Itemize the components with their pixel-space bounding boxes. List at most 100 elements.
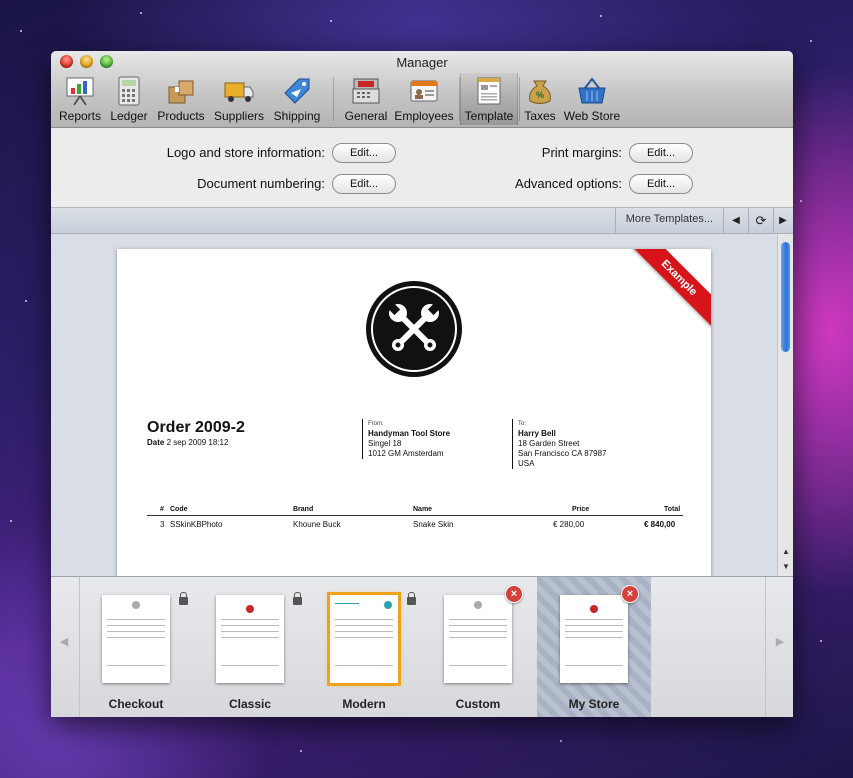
example-ribbon-wrap: Example bbox=[631, 249, 711, 329]
col-header-code: Code bbox=[170, 506, 188, 513]
row-total: € 840,00 bbox=[644, 520, 676, 529]
to-line3: USA bbox=[518, 459, 535, 468]
delete-template-icon[interactable]: × bbox=[621, 585, 639, 603]
template-thumbnail bbox=[216, 595, 284, 683]
toolbar-template[interactable]: Template bbox=[460, 73, 518, 125]
from-line1: Singel 18 bbox=[368, 439, 402, 448]
toolbar-label: Employees bbox=[394, 109, 454, 123]
col-header-name: Name bbox=[413, 506, 433, 513]
toolbar-suppliers[interactable]: Suppliers bbox=[211, 73, 267, 125]
title-toolbar: Manager Reports Ledger Products Supplier… bbox=[51, 51, 793, 128]
template-chooser-tray: ◀ Checkout Classic Modern × Custom × My … bbox=[51, 576, 793, 717]
row-name: Snake Skin bbox=[413, 520, 454, 529]
row-price: € 280,00 bbox=[553, 520, 585, 529]
tray-next-arrow-icon[interactable]: ▶ bbox=[773, 635, 787, 655]
scroll-up-arrow-icon[interactable]: ▲ bbox=[778, 545, 793, 559]
thumbnail-logo-icon bbox=[474, 601, 482, 609]
to-label: To: bbox=[518, 421, 527, 427]
col-header-num: # bbox=[160, 506, 164, 513]
presentation-chart-icon bbox=[64, 75, 96, 107]
toolbar-label: Ledger bbox=[110, 109, 148, 123]
toolbar-label: Taxes bbox=[524, 109, 556, 123]
template-name: Checkout bbox=[108, 697, 164, 711]
scrollbar-thumb[interactable] bbox=[781, 242, 790, 352]
toolbar-label: Template bbox=[464, 109, 514, 123]
subbar-separator bbox=[615, 208, 616, 233]
document-numbering-label: Document numbering: bbox=[197, 176, 325, 191]
edit-numbering-button[interactable]: Edit... bbox=[332, 174, 396, 194]
template-subbar: More Templates... ◀ ⟳ ▶ bbox=[51, 208, 793, 234]
from-address: From: Handyman Tool Store Singel 18 1012… bbox=[362, 419, 450, 459]
manager-window: Manager Reports Ledger Products Supplier… bbox=[51, 51, 793, 717]
row-num: 3 bbox=[160, 520, 165, 529]
date-value: 2 sep 2009 18:12 bbox=[166, 438, 229, 447]
toolbar-shipping[interactable]: Shipping bbox=[269, 73, 325, 125]
template-custom[interactable]: × Custom bbox=[421, 577, 535, 717]
date-label: Date bbox=[147, 438, 165, 447]
airplane-tag-icon bbox=[281, 75, 313, 107]
toolbar-products[interactable]: Products bbox=[153, 73, 209, 125]
example-ribbon: Example bbox=[631, 249, 711, 329]
col-header-price: Price bbox=[572, 506, 590, 513]
thumbnail-logo-icon bbox=[246, 605, 254, 613]
delete-template-icon[interactable]: × bbox=[505, 585, 523, 603]
lock-icon bbox=[407, 592, 416, 605]
from-name: Handyman Tool Store bbox=[368, 429, 451, 438]
edit-logo-button[interactable]: Edit... bbox=[332, 143, 396, 163]
template-modern[interactable]: Modern bbox=[307, 577, 421, 717]
template-preview-area[interactable]: Example Order 2009-2 Date 2 sep 2009 18:… bbox=[51, 234, 777, 576]
toolbar-separator bbox=[333, 77, 334, 121]
preview-vertical-scrollbar[interactable]: ▲ ▼ bbox=[777, 234, 793, 576]
invoice-document: Example Order 2009-2 Date 2 sep 2009 18:… bbox=[117, 249, 711, 576]
toolbar-employees[interactable]: Employees bbox=[393, 73, 455, 125]
toolbar-label: Reports bbox=[58, 109, 102, 123]
id-badge-icon bbox=[408, 75, 440, 107]
tray-separator bbox=[765, 577, 766, 717]
from-line2: 1012 GM Amsterdam bbox=[368, 449, 444, 458]
template-name: Custom bbox=[455, 697, 501, 711]
row-code: SSkinKBPhoto bbox=[170, 520, 223, 529]
edit-advanced-button[interactable]: Edit... bbox=[629, 174, 693, 194]
tray-previous-arrow-icon[interactable]: ◀ bbox=[57, 635, 71, 655]
svg-text:%: % bbox=[536, 90, 544, 100]
previous-arrow-icon[interactable]: ◀ bbox=[724, 208, 748, 233]
thumbnail-logo-icon bbox=[132, 601, 140, 609]
toolbar-web-store[interactable]: Web Store bbox=[561, 73, 623, 125]
template-my-store[interactable]: × My Store bbox=[537, 577, 651, 717]
more-templates-button[interactable]: More Templates... bbox=[626, 213, 713, 225]
template-name: Classic bbox=[228, 697, 272, 711]
toolbar-general[interactable]: General bbox=[341, 73, 391, 125]
template-classic[interactable]: Classic bbox=[193, 577, 307, 717]
order-date: Date 2 sep 2009 18:12 bbox=[147, 438, 228, 447]
logo-store-info-label: Logo and store information: bbox=[166, 145, 325, 160]
table-header-rule bbox=[147, 515, 683, 516]
wrench-logo-icon bbox=[366, 281, 462, 377]
template-thumbnail bbox=[560, 595, 628, 683]
lock-icon bbox=[293, 592, 302, 605]
lock-icon bbox=[179, 592, 188, 605]
shopping-basket-icon bbox=[576, 75, 608, 107]
to-name: Harry Bell bbox=[518, 429, 556, 438]
next-arrow-icon[interactable]: ▶ bbox=[773, 208, 793, 233]
toolbar-taxes[interactable]: % Taxes bbox=[521, 73, 559, 125]
template-checkout[interactable]: Checkout bbox=[79, 577, 193, 717]
template-name: My Store bbox=[568, 697, 620, 711]
advanced-options-label: Advanced options: bbox=[515, 176, 622, 191]
toolbar-label: Products bbox=[157, 109, 205, 123]
calculator-icon bbox=[113, 75, 145, 107]
boxes-icon bbox=[165, 75, 197, 107]
edit-margins-button[interactable]: Edit... bbox=[629, 143, 693, 163]
refresh-icon[interactable]: ⟳ bbox=[749, 208, 773, 233]
toolbar-ledger[interactable]: Ledger bbox=[107, 73, 151, 125]
to-line1: 18 Garden Street bbox=[518, 439, 580, 448]
template-thumbnail bbox=[102, 595, 170, 683]
to-line2: San Francisco CA 87987 bbox=[518, 449, 607, 458]
thumbnail-logo-icon bbox=[384, 601, 392, 609]
col-header-total: Total bbox=[664, 506, 681, 513]
money-bag-icon: % bbox=[524, 75, 556, 107]
order-title: Order 2009-2 bbox=[147, 419, 245, 436]
scroll-down-arrow-icon[interactable]: ▼ bbox=[778, 560, 793, 574]
toolbar-reports[interactable]: Reports bbox=[55, 73, 105, 125]
template-name: Modern bbox=[342, 697, 386, 711]
toolbar-separator bbox=[519, 77, 520, 121]
